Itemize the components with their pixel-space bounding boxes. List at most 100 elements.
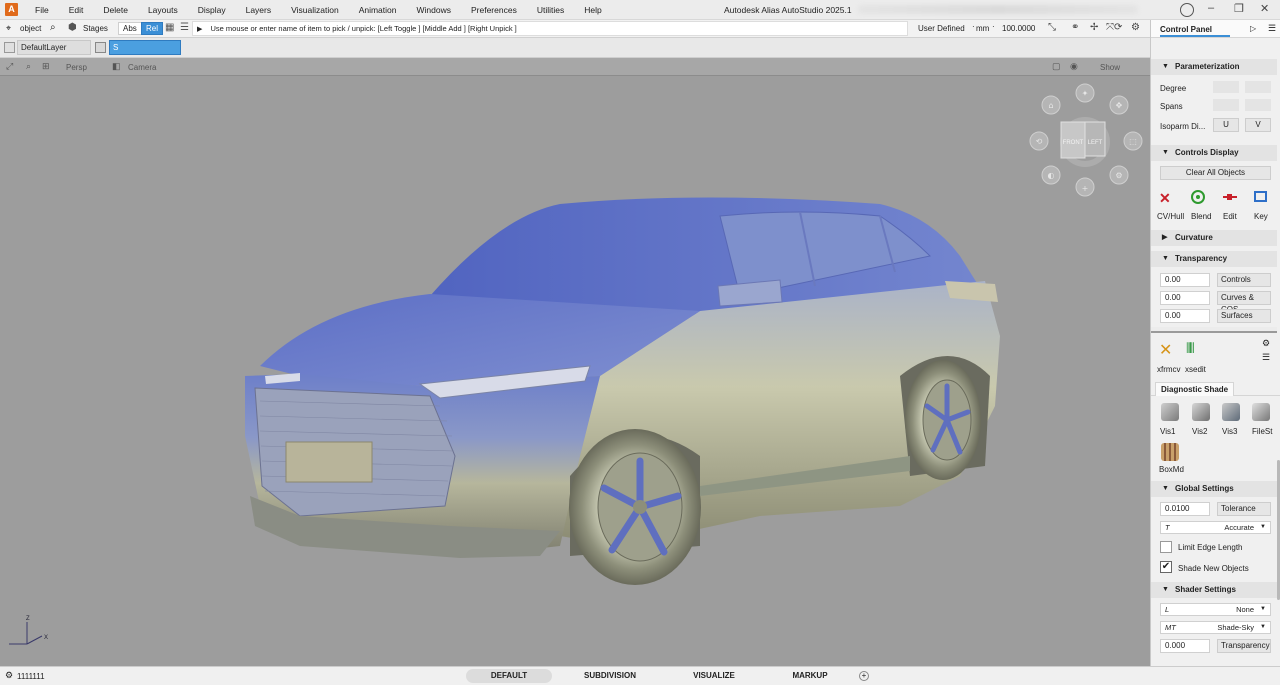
rel-button[interactable]: Rel — [141, 22, 164, 35]
section-global-settings[interactable]: ▼ Global Settings — [1151, 481, 1277, 497]
tab-subdivision[interactable]: SUBDIVISION — [568, 669, 652, 683]
spans-field[interactable] — [1213, 99, 1239, 111]
home-icon[interactable]: ⌂ — [1048, 101, 1053, 110]
tolerance-value[interactable]: 0.0100 — [1160, 502, 1210, 516]
transform-icon[interactable]: ✢ — [1090, 22, 1098, 33]
camera-icon[interactable]: ◧ — [112, 61, 121, 72]
car-model[interactable]: FRONT LEFT ⌂ ✦ ✥ ⟲ ⬚ ◐ + ⚙ Z X — [0, 76, 1150, 666]
tessellation-dropdown[interactable]: T Accurate ▼ — [1160, 521, 1271, 534]
view-name[interactable]: Persp — [66, 63, 87, 72]
pick-mode[interactable]: object — [20, 24, 41, 33]
walk-icon[interactable]: ⬚ — [1129, 137, 1137, 146]
stages-icon[interactable]: ⬢ — [68, 22, 77, 33]
menu-utilities[interactable]: Utilities — [527, 5, 574, 15]
view-fit-icon[interactable]: ⤢ — [6, 61, 13, 72]
menu-animation[interactable]: Animation — [349, 5, 407, 15]
current-layer-checkbox[interactable] — [95, 42, 106, 53]
v-button[interactable]: V — [1245, 118, 1271, 132]
show-menu[interactable]: Show — [1100, 63, 1120, 72]
shade-new-checkbox[interactable]: ✔ — [1160, 561, 1172, 573]
curves-transparency-button[interactable]: Curves & COS — [1217, 291, 1271, 314]
controls-transparency-button[interactable]: Controls — [1217, 273, 1271, 287]
pin-icon[interactable]: ✦ — [1082, 89, 1089, 98]
shader-transparency-button[interactable]: Transparency — [1217, 639, 1271, 653]
orbit-icon[interactable]: ⟲ — [1036, 137, 1043, 146]
degree-field-v[interactable] — [1245, 81, 1271, 93]
tab-visualize[interactable]: VISUALIZE — [674, 669, 754, 683]
panel-play-icon[interactable]: ▷ — [1250, 24, 1256, 33]
boxmd-icon[interactable] — [1161, 443, 1179, 461]
add-tab-button[interactable]: + — [859, 671, 869, 681]
menu-layers[interactable]: Layers — [236, 5, 282, 15]
zoom-plus-icon[interactable]: + — [1082, 184, 1089, 193]
perspective-viewport[interactable]: FRONT LEFT ⌂ ✦ ✥ ⟲ ⬚ ◐ + ⚙ Z X — [0, 76, 1150, 666]
nav-settings-icon[interactable]: ⚙ — [1115, 171, 1122, 180]
tab-default[interactable]: DEFAULT — [466, 669, 552, 683]
edit-icon[interactable] — [1223, 194, 1237, 200]
menu-help[interactable]: Help — [574, 5, 611, 15]
section-curvature[interactable]: ▶ Curvature — [1151, 230, 1277, 246]
material-dropdown[interactable]: MT Shade-Sky ▼ — [1160, 621, 1271, 634]
surfaces-transparency-button[interactable]: Surfaces — [1217, 309, 1271, 323]
user-avatar-icon[interactable] — [1180, 3, 1194, 17]
pan-icon[interactable]: ✥ — [1116, 101, 1123, 110]
u-button[interactable]: U — [1213, 118, 1239, 132]
panel-divider[interactable] — [1151, 327, 1277, 333]
controls-transparency-value[interactable]: 0.00 — [1160, 273, 1210, 287]
construction-mode[interactable]: User Defined — [918, 24, 965, 33]
units-label[interactable]: mm — [976, 24, 989, 33]
menu-layouts[interactable]: Layouts — [138, 5, 188, 15]
filest-icon[interactable] — [1252, 403, 1270, 421]
default-layer[interactable]: DefaultLayer — [17, 40, 91, 55]
shelf-menu-icon[interactable]: ☰ — [1262, 352, 1270, 363]
tab-diagnostic-shade[interactable]: Diagnostic Shade — [1155, 382, 1235, 396]
grid-snap-icon[interactable]: ▦ — [165, 22, 174, 33]
view-window-icon[interactable]: ▢ — [1052, 61, 1061, 72]
menu-edit[interactable]: Edit — [59, 5, 94, 15]
section-parameterization[interactable]: ▼ Parameterization — [1151, 59, 1277, 75]
xfrmcv-icon[interactable]: ✕ — [1159, 340, 1172, 360]
surfaces-transparency-value[interactable]: 0.00 — [1160, 309, 1210, 323]
tolerance-button[interactable]: Tolerance — [1217, 502, 1271, 516]
close-icon[interactable]: ✕ — [1260, 2, 1269, 15]
maximize-icon[interactable]: ❐ — [1234, 2, 1244, 15]
sync-icon[interactable]: ⟳ — [1114, 22, 1122, 33]
vis2-icon[interactable] — [1192, 403, 1210, 421]
spans-field-v[interactable] — [1245, 99, 1271, 111]
eye-icon[interactable]: ◉ — [1070, 61, 1078, 72]
tab-markup[interactable]: MARKUP — [776, 669, 844, 683]
menu-preferences[interactable]: Preferences — [461, 5, 527, 15]
menu-windows[interactable]: Windows — [407, 5, 461, 15]
fit-icon[interactable]: ⤧ — [1106, 22, 1114, 33]
camera-label[interactable]: Camera — [128, 63, 156, 72]
key-icon[interactable] — [1254, 191, 1267, 202]
view-cube[interactable]: FRONT LEFT — [1060, 117, 1110, 167]
layer-visibility-checkbox[interactable] — [4, 42, 15, 53]
scale-value[interactable]: 100.0000 — [1002, 24, 1035, 33]
stages-button[interactable]: Stages — [83, 24, 108, 33]
panel-menu-icon[interactable]: ☰ — [1268, 23, 1276, 34]
xsedit-icon[interactable]: ⫴⫴ — [1186, 340, 1195, 357]
curves-transparency-value[interactable]: 0.00 — [1160, 291, 1210, 305]
shader-transparency-value[interactable]: 0.000 — [1160, 639, 1210, 653]
minimize-icon[interactable]: – — [1208, 2, 1214, 14]
view-grid-icon[interactable]: ⊞ — [42, 61, 50, 72]
settings-icon[interactable]: ⚙ — [1131, 22, 1140, 33]
shelf-settings-icon[interactable]: ⚙ — [1262, 338, 1270, 349]
section-transparency[interactable]: ▼ Transparency — [1151, 251, 1277, 267]
vis1-icon[interactable] — [1161, 403, 1179, 421]
current-layer[interactable]: S — [109, 40, 181, 55]
view-zoom-icon[interactable]: ⌕ — [26, 61, 31, 72]
look-icon[interactable]: ◐ — [1048, 171, 1055, 180]
blend-icon[interactable] — [1191, 190, 1205, 204]
cv-hull-icon[interactable]: ✕ — [1159, 190, 1171, 207]
section-shader-settings[interactable]: ▼ Shader Settings — [1151, 582, 1277, 598]
cursor-snap-icon[interactable]: ⤡ — [1048, 22, 1056, 33]
prompt-field[interactable]: ▶ Use mouse or enter name of item to pic… — [192, 21, 908, 36]
search-icon[interactable]: ⌕ — [50, 22, 56, 33]
abs-button[interactable]: Abs — [118, 22, 142, 35]
link-icon[interactable]: ⚭ — [1071, 22, 1079, 33]
degree-field[interactable] — [1213, 81, 1239, 93]
gear-icon[interactable]: ⚙ — [5, 670, 13, 681]
section-controls-display[interactable]: ▼ Controls Display — [1151, 145, 1277, 161]
